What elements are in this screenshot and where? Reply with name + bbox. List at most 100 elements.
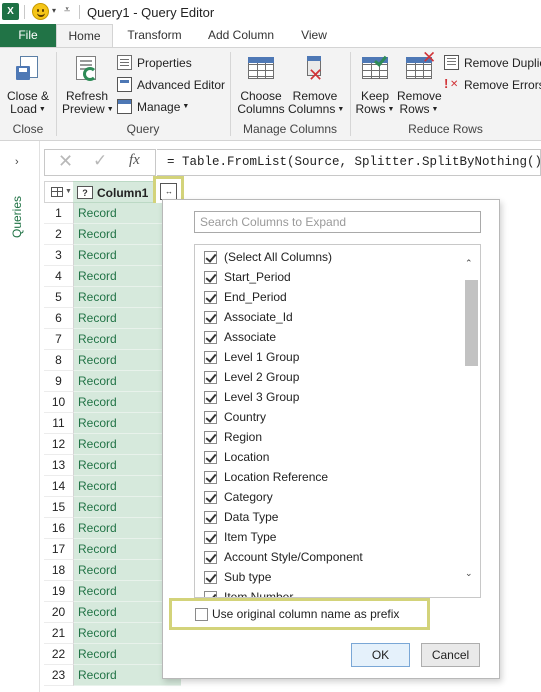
table-menu-button[interactable]: ▼ <box>44 181 74 203</box>
scroll-down-chevron-icon[interactable]: ⌄ <box>465 568 473 579</box>
table-row[interactable]: 5 Record <box>44 287 181 308</box>
use-prefix-checkbox[interactable] <box>195 608 208 621</box>
column-option[interactable]: Data Type <box>204 507 278 527</box>
table-row[interactable]: 4 Record <box>44 266 181 287</box>
column-option[interactable]: Sub type <box>204 567 271 587</box>
column-checkbox[interactable] <box>204 410 217 424</box>
table-row[interactable]: 14 Record <box>44 476 181 497</box>
column-checkbox[interactable] <box>204 290 217 304</box>
table-row[interactable]: 6 Record <box>44 308 181 329</box>
formula-input[interactable]: = Table.FromList(Source, Splitter.SplitB… <box>157 149 541 176</box>
table-row[interactable]: 15 Record <box>44 497 181 518</box>
expand-queries-chevron-icon[interactable]: › <box>15 156 19 168</box>
column-option[interactable]: Region <box>204 427 262 447</box>
table-row[interactable]: 8 Record <box>44 350 181 371</box>
column-option[interactable]: Country <box>204 407 266 427</box>
search-columns-input[interactable]: Search Columns to Expand <box>194 211 481 233</box>
tab-view[interactable]: View <box>286 24 342 47</box>
table-row[interactable]: 23 Record <box>44 665 181 686</box>
remove-columns-button[interactable]: ✕ Remove Columns ▼ <box>288 54 344 116</box>
remove-duplicates-button[interactable]: Remove Duplica <box>444 55 541 70</box>
ok-button[interactable]: OK <box>351 643 410 667</box>
column-checkbox[interactable] <box>204 430 217 444</box>
table-row[interactable]: 20 Record <box>44 602 181 623</box>
tab-transform[interactable]: Transform <box>113 24 196 47</box>
refresh-preview-button[interactable]: Refresh Preview ▼ <box>62 54 114 116</box>
tab-home[interactable]: Home <box>56 24 113 47</box>
table-row[interactable]: 13 Record <box>44 455 181 476</box>
column-option-label: (Select All Columns) <box>224 250 333 264</box>
row-number: 5 <box>44 287 74 308</box>
column-option[interactable]: Location <box>204 447 269 467</box>
tab-add-column[interactable]: Add Column <box>196 24 286 47</box>
queries-pane-label[interactable]: Queries <box>10 178 30 238</box>
column-checkbox[interactable] <box>204 530 217 544</box>
column-option[interactable]: Item Type <box>204 527 276 547</box>
columns-list[interactable]: (Select All Columns) Start_Period End_Pe… <box>194 244 481 598</box>
column-option[interactable]: Level 2 Group <box>204 367 299 387</box>
remove-errors-button[interactable]: Remove Errors <box>444 76 541 92</box>
column-option[interactable]: End_Period <box>204 287 287 307</box>
scroll-up-chevron-icon[interactable]: ⌃ <box>465 258 473 269</box>
column-option[interactable]: Start_Period <box>204 267 291 287</box>
column-option[interactable]: Category <box>204 487 273 507</box>
manage-button[interactable]: Manage ▼ <box>117 99 189 114</box>
table-row[interactable]: 1 Record <box>44 203 181 224</box>
cancel-formula-icon[interactable]: ✕ <box>58 151 73 172</box>
column-option[interactable]: Item Number <box>204 587 293 597</box>
table-row[interactable]: 19 Record <box>44 581 181 602</box>
table-row[interactable]: 17 Record <box>44 539 181 560</box>
column-checkbox[interactable] <box>204 470 217 484</box>
column-option[interactable]: Associate_Id <box>204 307 293 327</box>
close-load-button[interactable]: Close & Load ▼ <box>5 54 51 116</box>
column-option[interactable]: Level 1 Group <box>204 347 299 367</box>
title-separator-2 <box>79 5 80 19</box>
keep-rows-button[interactable]: Keep Rows ▼ <box>355 53 395 116</box>
table-row[interactable]: 22 Record <box>44 644 181 665</box>
table-row[interactable]: 10 Record <box>44 392 181 413</box>
table-row[interactable]: 2 Record <box>44 224 181 245</box>
column-option[interactable]: Associate <box>204 327 276 347</box>
list-scrollbar-thumb[interactable] <box>465 280 478 366</box>
table-row[interactable]: 16 Record <box>44 518 181 539</box>
table-row[interactable]: 18 Record <box>44 560 181 581</box>
column-checkbox[interactable] <box>204 270 217 284</box>
remove-rows-button[interactable]: ✕ Remove Rows ▼ <box>397 49 442 116</box>
tab-file[interactable]: File <box>0 24 56 47</box>
column-checkbox[interactable] <box>204 250 217 264</box>
column-checkbox[interactable] <box>204 570 217 584</box>
column-checkbox[interactable] <box>204 370 217 384</box>
properties-button[interactable]: Properties <box>117 55 192 70</box>
column-checkbox[interactable] <box>204 450 217 464</box>
feedback-dropdown-icon[interactable]: ▾ <box>52 6 56 15</box>
column-option[interactable]: Account Style/Component <box>204 547 363 567</box>
column-checkbox[interactable] <box>204 310 217 324</box>
choose-columns-button[interactable]: Choose Columns <box>236 54 286 116</box>
column-checkbox[interactable] <box>204 590 217 597</box>
column-checkbox[interactable] <box>204 350 217 364</box>
column-checkbox[interactable] <box>204 490 217 504</box>
feedback-smiley-icon[interactable] <box>32 3 49 20</box>
confirm-formula-icon[interactable]: ✓ <box>93 151 107 171</box>
advanced-editor-button[interactable]: Advanced Editor <box>117 77 225 92</box>
customize-toolbar-icon[interactable]: ⩡ <box>64 4 70 17</box>
keep-rows-label-1: Keep <box>360 89 390 103</box>
column-checkbox[interactable] <box>204 550 217 564</box>
column-checkbox[interactable] <box>204 330 217 344</box>
cancel-button[interactable]: Cancel <box>421 643 480 667</box>
use-prefix-option[interactable]: Use original column name as prefix <box>169 598 430 630</box>
column-option[interactable]: (Select All Columns) <box>204 247 332 267</box>
column-type-icon[interactable]: ? <box>77 186 93 199</box>
column-checkbox[interactable] <box>204 510 217 524</box>
table-row[interactable]: 21 Record <box>44 623 181 644</box>
table-row[interactable]: 11 Record <box>44 413 181 434</box>
column-option[interactable]: Location Reference <box>204 467 328 487</box>
column-option[interactable]: Level 3 Group <box>204 387 299 407</box>
insert-function-icon[interactable]: fx <box>129 152 140 169</box>
row-number: 9 <box>44 371 74 392</box>
table-row[interactable]: 12 Record <box>44 434 181 455</box>
table-row[interactable]: 9 Record <box>44 371 181 392</box>
table-row[interactable]: 3 Record <box>44 245 181 266</box>
table-row[interactable]: 7 Record <box>44 329 181 350</box>
column-checkbox[interactable] <box>204 390 217 404</box>
